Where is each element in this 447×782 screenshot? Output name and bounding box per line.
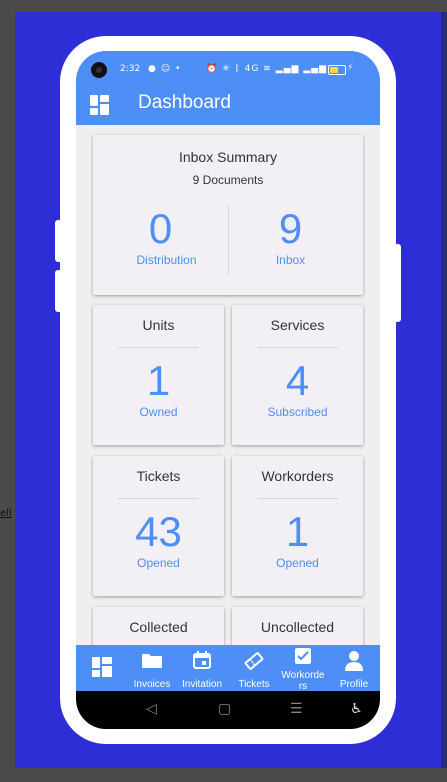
tickets-title: Tickets	[136, 468, 181, 484]
units-count: 1	[146, 357, 171, 404]
services-divider	[257, 347, 338, 348]
services-label: Subscribed	[267, 405, 328, 419]
nav-workorders-label: Workorders	[281, 670, 325, 692]
background-strip	[441, 12, 447, 768]
inbox-summary-subtitle: 9 Documents	[192, 173, 264, 187]
distribution-count: 0	[148, 205, 173, 252]
collected-card[interactable]: Collected	[93, 607, 224, 645]
bottom-navigation: Invoices Invitation Tickets Workorders P…	[76, 645, 380, 692]
workorders-count: 1	[285, 508, 310, 555]
tickets-divider	[118, 498, 199, 499]
page-title: Dashboard	[138, 92, 231, 113]
units-divider	[118, 347, 199, 348]
dashboard-grid-icon[interactable]	[90, 95, 110, 115]
home-button[interactable]: ▢	[218, 701, 231, 717]
system-status-icons: ⏰ ✳ ᛒ 4G ≋ ▂▄▆ ▂▄▆	[206, 64, 328, 74]
charging-icon: ⚡	[347, 63, 354, 73]
nav-invitation-label: Invitation	[181, 679, 223, 690]
status-bar: 2:32 ● ☺ • ⏰ ✳ ᛒ 4G ≋ ▂▄▆ ▂▄▆ ⚡	[76, 51, 380, 89]
nav-profile-label: Profile	[339, 679, 369, 690]
nav-invoices[interactable]: Invoices	[130, 645, 174, 691]
collected-title: Collected	[129, 619, 188, 635]
workorders-label: Opened	[276, 556, 319, 570]
phone-screen: 2:32 ● ☺ • ⏰ ✳ ᛒ 4G ≋ ▂▄▆ ▂▄▆ ⚡ Dashboar…	[76, 51, 380, 729]
dashboard-icon	[92, 657, 112, 677]
status-time: 2:32	[120, 64, 141, 74]
tickets-count: 43	[135, 508, 182, 555]
workorders-divider	[257, 498, 338, 499]
tickets-label: Opened	[137, 556, 180, 570]
dashboard-content[interactable]: Inbox Summary 9 Documents 0 Distribution…	[76, 125, 380, 645]
nav-workorders[interactable]: Workorders	[278, 645, 328, 692]
system-navigation-bar: ◁ ▢ ☰ ♿	[76, 691, 380, 729]
background-link-text: ell	[0, 508, 12, 519]
units-card[interactable]: Units 1 Owned	[93, 305, 224, 445]
inbox-summary-title: Inbox Summary	[178, 149, 278, 165]
app-bar: Dashboard	[76, 89, 380, 125]
ticket-icon	[244, 652, 264, 670]
uncollected-title: Uncollected	[260, 619, 335, 635]
battery-icon	[328, 65, 346, 75]
workorders-title: Workorders	[261, 468, 334, 484]
nav-invitation[interactable]: Invitation	[177, 645, 227, 691]
nav-profile[interactable]: Profile	[334, 645, 374, 691]
services-card[interactable]: Services 4 Subscribed	[232, 305, 363, 445]
services-count: 4	[285, 357, 310, 404]
nav-tickets[interactable]: Tickets	[232, 645, 276, 691]
folder-icon	[142, 654, 162, 668]
person-icon	[345, 651, 363, 671]
nav-invoices-label: Invoices	[133, 679, 171, 690]
accessibility-button[interactable]: ♿	[350, 701, 363, 717]
uncollected-card[interactable]: Uncollected	[232, 607, 363, 645]
inbox-count: 9	[278, 205, 303, 252]
inbox-label: Inbox	[275, 253, 306, 267]
workorders-card[interactable]: Workorders 1 Opened	[232, 456, 363, 596]
calendar-icon	[193, 651, 211, 669]
front-camera	[91, 62, 107, 78]
back-button[interactable]: ◁	[146, 701, 157, 717]
recents-button[interactable]: ☰	[290, 701, 303, 717]
tickets-card[interactable]: Tickets 43 Opened	[93, 456, 224, 596]
nav-tickets-label: Tickets	[238, 679, 270, 690]
inbox-summary-card[interactable]: Inbox Summary 9 Documents 0 Distribution…	[93, 135, 363, 295]
services-title: Services	[270, 317, 325, 333]
distribution-label: Distribution	[136, 253, 197, 267]
units-title: Units	[142, 317, 175, 333]
checkbox-icon	[295, 648, 311, 664]
notification-icons: ● ☺ •	[148, 64, 182, 74]
nav-dashboard[interactable]	[82, 645, 122, 691]
units-label: Owned	[139, 405, 178, 419]
